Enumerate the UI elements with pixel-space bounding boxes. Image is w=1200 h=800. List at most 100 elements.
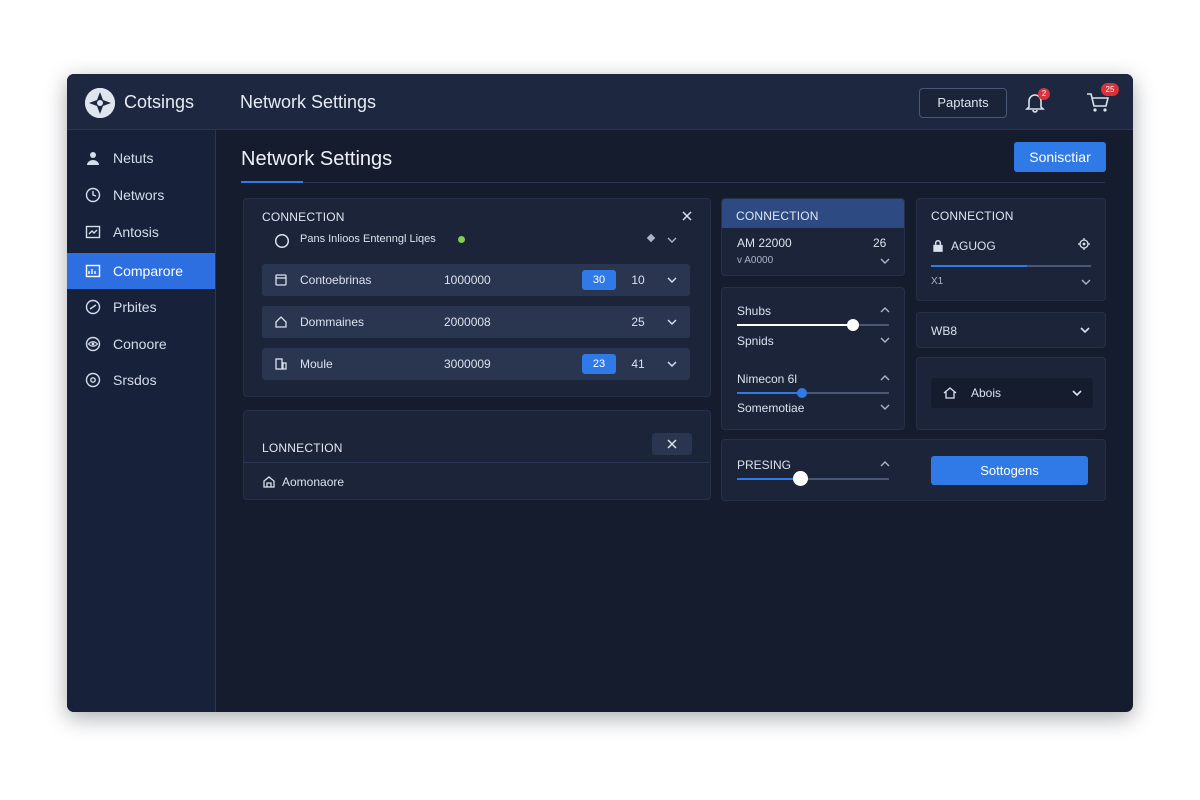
chevron-down-icon	[666, 316, 678, 328]
settings-icon	[85, 372, 101, 388]
sidebar: Netuts Networs Antosis Comparore Prbites…	[67, 130, 216, 712]
sidebar-item-networs[interactable]: Networs	[67, 177, 215, 213]
row-number: 25	[631, 315, 645, 329]
header-row-label: Pans Inlioos Entenngl Liqes	[300, 233, 436, 245]
row-number: 10	[631, 273, 645, 287]
user-icon	[85, 150, 101, 166]
chevron-down-icon	[1079, 324, 1091, 336]
card-label: CONNECTION	[931, 209, 1014, 223]
slider-label: Nimecon 6l	[737, 372, 798, 386]
card-label: CONNECTION	[262, 210, 345, 224]
abois-card: Abois	[916, 357, 1106, 430]
sidebar-item-label: Networs	[113, 187, 165, 203]
chevron-down-icon[interactable]	[879, 334, 891, 346]
chevron-up-icon[interactable]	[879, 304, 891, 316]
cart-badge: 25	[1101, 83, 1119, 96]
top-bar: Cotsings Network Settings Paptants 2 25	[67, 74, 1133, 130]
row-value: 3000009	[444, 357, 491, 371]
diamond-icon	[646, 233, 656, 243]
table-row[interactable]: Dommaines 2000008 25	[262, 306, 690, 338]
wb8-select[interactable]: WB8	[916, 312, 1106, 348]
lonnection-card: LONNECTION Aomonaore	[243, 410, 711, 500]
home-icon	[274, 315, 288, 329]
chevron-up-icon[interactable]	[879, 458, 891, 470]
row-name: Moule	[300, 357, 333, 371]
connection-card-right: CONNECTION AGUOG X1	[916, 198, 1106, 301]
page-title: Network Settings	[241, 148, 393, 170]
table-row[interactable]: Moule 3000009 23 41	[262, 348, 690, 380]
app-window: Cotsings Network Settings Paptants 2 25 …	[67, 74, 1133, 712]
connection-card: CONNECTION Pans Inlioos Entenngl Liqes C…	[243, 198, 711, 397]
sidebar-item-label: Srsdos	[113, 372, 157, 388]
table-row[interactable]: Contoebrinas 1000000 30 10	[262, 264, 690, 296]
slider-sub: Spnids	[737, 334, 774, 348]
card-item: AGUOG	[951, 239, 996, 253]
close-icon[interactable]	[681, 210, 693, 222]
settings-button[interactable]: Sottogens	[931, 456, 1088, 485]
card-label: LONNECTION	[262, 441, 343, 455]
dropdown-value: Abois	[971, 386, 1002, 400]
row-value: 2000008	[444, 315, 491, 329]
sidebar-item-comparore[interactable]: Comparore	[67, 253, 215, 289]
sidebar-item-label: Conoore	[113, 336, 167, 352]
device-icon	[274, 357, 288, 371]
card-sub: v A0000	[737, 255, 774, 266]
header-row[interactable]: Pans Inlioos Entenngl Liqes	[262, 231, 690, 251]
app-title: Cotsings	[124, 92, 195, 112]
gear-icon[interactable]	[1077, 237, 1091, 251]
sidebar-item-conoore[interactable]: Conoore	[67, 326, 215, 362]
slider-fill	[737, 392, 802, 394]
document-icon	[274, 273, 288, 287]
row-name: Contoebrinas	[300, 273, 372, 287]
row-value: 1000000	[444, 273, 491, 287]
notification-badge: 2	[1038, 88, 1050, 100]
building-icon	[262, 475, 276, 489]
top-bar-title: Network Settings	[240, 92, 377, 112]
sliders-card: Shubs Spnids Nimecon 6l Somemotiae	[721, 287, 905, 430]
sidebar-item-label: Antosis	[113, 224, 159, 240]
card-item[interactable]: Aomonaore	[282, 475, 344, 489]
title-accent	[241, 181, 303, 183]
card-value: AM 22000	[737, 236, 792, 250]
row-name: Dommaines	[300, 315, 365, 329]
abois-dropdown[interactable]: Abois	[931, 378, 1093, 408]
slider-fill	[737, 324, 853, 326]
home-icon	[943, 386, 957, 400]
sidebar-item-antosis[interactable]: Antosis	[67, 214, 215, 250]
sidebar-item-label: Prbites	[113, 299, 157, 315]
card-label: CONNECTION	[736, 209, 819, 223]
chevron-down-icon[interactable]	[879, 401, 891, 413]
slider-fill	[737, 478, 801, 480]
slider-handle[interactable]	[797, 388, 807, 398]
sidebar-item-netuts[interactable]: Netuts	[67, 140, 215, 176]
presing-card: PRESING Sottogens	[721, 439, 1106, 501]
status-dot-icon	[458, 236, 465, 243]
sidebar-item-label: Comparore	[113, 263, 184, 279]
radio-icon	[274, 233, 290, 249]
progress-fill	[931, 265, 1027, 267]
chevron-down-icon	[666, 274, 678, 286]
chevron-down-icon[interactable]	[879, 255, 891, 267]
slider-label: PRESING	[737, 458, 792, 472]
chevron-down-icon	[666, 358, 678, 370]
card-divider	[244, 462, 710, 463]
slider-handle[interactable]	[847, 319, 859, 331]
slider-label: Shubs	[737, 304, 772, 318]
chevron-up-icon[interactable]	[879, 372, 891, 384]
top-bar-button[interactable]: Paptants	[919, 88, 1007, 118]
title-divider	[241, 182, 1105, 183]
primary-button[interactable]: Sonisctiar	[1014, 142, 1106, 172]
select-value: WB8	[931, 324, 958, 338]
connection-card-mid: CONNECTION AM 22000 26 v A0000	[721, 198, 905, 276]
close-button[interactable]	[652, 433, 692, 455]
close-icon	[666, 438, 678, 450]
chevron-down-icon[interactable]	[1080, 276, 1092, 288]
eye-icon	[85, 336, 101, 352]
slider-handle[interactable]	[793, 471, 808, 486]
sidebar-item-prbites[interactable]: Prbites	[67, 289, 215, 325]
sidebar-item-srsdos[interactable]: Srsdos	[67, 362, 215, 398]
sidebar-item-label: Netuts	[113, 150, 154, 166]
chevron-down-icon	[1071, 387, 1083, 399]
link-icon	[85, 299, 101, 315]
lock-icon	[931, 239, 943, 252]
